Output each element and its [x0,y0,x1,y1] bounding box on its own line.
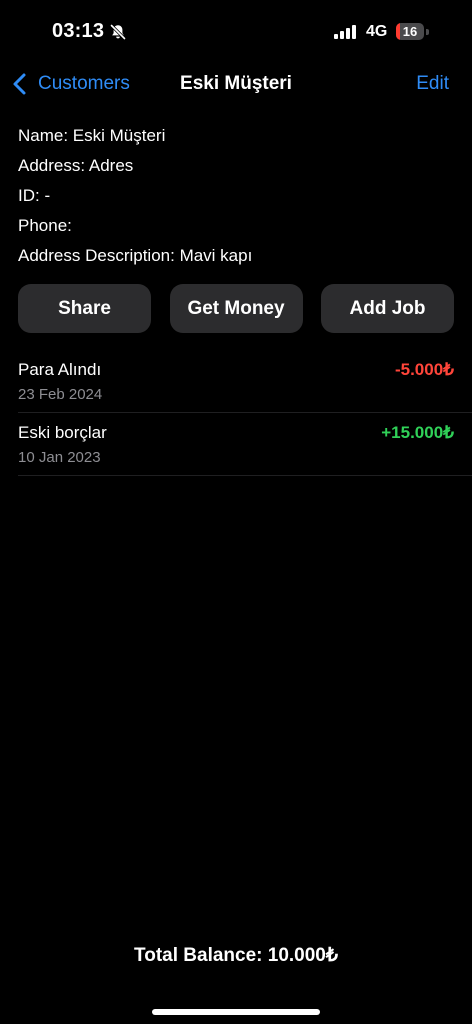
edit-button[interactable]: Edit [416,73,449,95]
share-button[interactable]: Share [18,284,151,333]
status-time: 03:13 [52,20,105,42]
transaction-amount: +15.000₺ [381,423,454,442]
add-job-button[interactable]: Add Job [321,284,454,333]
customer-phone: Phone: [18,216,72,235]
customer-name: Name: Eski Müşteri [18,126,166,145]
back-button-label: Customers [38,73,130,94]
action-buttons: Share Get Money Add Job [18,284,454,333]
transaction-amount: -5.000₺ [394,360,454,379]
list-item[interactable]: Eski borçlar 10 Jan 2023 +15.000₺ [18,413,472,476]
transaction-title: Para Alındı [18,360,102,379]
status-bar: 03:13 4G 16 [0,0,472,64]
battery-cap [426,29,429,35]
customer-address: Address: Adres [18,156,134,175]
customer-id: ID: - [18,186,51,205]
transaction-list: Para Alındı 23 Feb 2024 -5.000₺ Eski bor… [18,350,472,476]
total-balance: Total Balance: 10.000₺ [134,945,338,966]
transaction-date: 23 Feb 2024 [18,386,103,403]
signal-bars-icon [334,25,356,39]
customer-address-description: Address Description: Mavi kapı [18,246,253,265]
navigation-bar: Customers Eski Müşteri Edit [0,64,472,104]
battery-icon: 16 [396,23,424,40]
chevron-left-icon [13,73,26,95]
customer-info: Name: Eski Müşteri Address: Adres ID: - … [18,124,454,274]
bell-slash-icon [110,24,126,40]
list-item[interactable]: Para Alındı 23 Feb 2024 -5.000₺ [18,350,472,413]
get-money-button[interactable]: Get Money [169,284,303,333]
transaction-date: 10 Jan 2023 [18,449,101,466]
home-indicator[interactable] [152,1009,320,1015]
transaction-title: Eski borçlar [18,423,107,442]
back-button[interactable]: Customers [12,70,130,98]
network-label: 4G [366,23,388,40]
battery-level: 16 [402,24,418,39]
